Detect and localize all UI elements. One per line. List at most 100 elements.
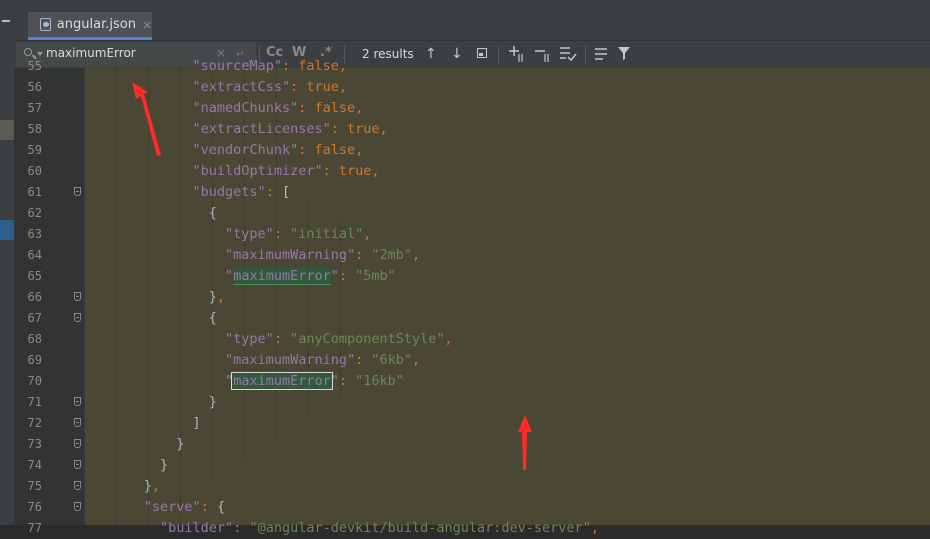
collapse-icon[interactable] [2, 20, 10, 22]
code-line: 56 "extractCss": true, [0, 77, 930, 98]
json-value: false [314, 142, 356, 158]
json-value: { [216, 499, 226, 515]
json-key: "extractCss" [192, 79, 291, 95]
line-number: 63 [27, 227, 42, 241]
json-value: { [208, 310, 217, 326]
code-line: 55 "sourceMap": false, [0, 56, 930, 77]
line-number: 76 [27, 500, 42, 514]
line-number: 65 [27, 269, 42, 283]
code-text: ] [95, 413, 201, 434]
code-text: "sourceMap": false, [192, 58, 347, 74]
code-text: "serve": { [143, 499, 226, 515]
json-value: false [314, 100, 356, 116]
code-line: 59 "vendorChunk": false, [0, 140, 930, 161]
code-text: "maximumError": "16kb" [225, 372, 404, 390]
code-text: }, [143, 478, 161, 494]
code-line: 63 "type": "initial", [0, 224, 930, 245]
line-number: 71 [27, 395, 42, 409]
code-line: 65 "maximumError": "5mb" [0, 266, 930, 287]
json-value: } [143, 478, 152, 494]
json-key: "buildOptimizer" [192, 163, 323, 179]
code-text: "maximumWarning": "2mb", [225, 247, 421, 263]
code-text: "builder": "@angular-devkit/build-angula… [160, 520, 599, 536]
json-value: true [346, 121, 380, 137]
code-text: "maximumError": "5mb" [225, 268, 396, 285]
line-number: 70 [27, 374, 42, 388]
json-value: } [208, 289, 217, 305]
fold-marker-icon[interactable] [74, 439, 81, 448]
line-number: 69 [27, 353, 42, 367]
code-line: 57 "namedChunks": false, [0, 98, 930, 119]
json-file-icon [40, 18, 51, 31]
line-number: 64 [27, 248, 42, 262]
json-key: "type" [225, 331, 274, 347]
fold-marker-icon[interactable] [74, 397, 81, 406]
line-number: 57 [27, 101, 42, 115]
code-text: "namedChunks": false, [192, 100, 364, 116]
tab-close-icon[interactable]: × [142, 18, 152, 32]
json-value: true [306, 79, 339, 95]
line-number: 55 [27, 59, 42, 73]
line-number: 74 [27, 458, 42, 472]
code-line: 72 ] [0, 413, 930, 434]
code-text: "extractLicenses": true, [192, 121, 388, 137]
code-line: 77 "builder": "@angular-devkit/build-ang… [0, 518, 930, 539]
line-number: 61 [27, 185, 42, 199]
code-line: 76 "serve": { [0, 497, 930, 518]
fold-marker-icon[interactable] [74, 292, 81, 301]
json-value: } [176, 436, 185, 452]
code-text: { [95, 308, 217, 329]
line-number: 60 [27, 164, 42, 178]
fold-marker-icon[interactable] [74, 460, 81, 469]
code-line: 64 "maximumWarning": "2mb", [0, 245, 930, 266]
code-line: 62 { [0, 203, 930, 224]
tab-filename: angular.json [56, 17, 136, 32]
code-line: 71 } [0, 392, 930, 413]
code-line: 74 } [0, 455, 930, 476]
json-key: "serve" [143, 499, 201, 515]
code-text: "maximumWarning": "6kb", [225, 352, 421, 368]
code-line: 67 { [0, 308, 930, 329]
code-text: "vendorChunk": false, [192, 142, 364, 158]
line-number: 62 [27, 206, 42, 220]
search-match-current: maximumError [231, 372, 333, 390]
code-text: "budgets": [ [192, 184, 291, 200]
code-line: 61 "budgets": [ [0, 182, 930, 203]
fold-marker-icon[interactable] [74, 313, 81, 322]
fold-marker-icon[interactable] [74, 418, 81, 427]
line-number: 67 [27, 311, 42, 325]
json-key: "maximumWarning" [225, 352, 356, 368]
json-key: "namedChunks" [192, 100, 299, 116]
json-key: "vendorChunk" [192, 142, 299, 158]
json-string-value: "5mb" [355, 268, 396, 284]
line-number: 75 [27, 479, 42, 493]
line-number: 68 [27, 332, 42, 346]
json-key: "sourceMap" [192, 58, 282, 74]
code-text: { [95, 203, 217, 224]
json-key: "extractLicenses" [192, 121, 331, 137]
json-key: "builder" [160, 520, 234, 536]
json-string-value: "16kb" [355, 373, 404, 389]
line-number: 66 [27, 290, 42, 304]
fold-marker-icon[interactable] [74, 481, 81, 490]
json-string-value: "initial" [290, 226, 364, 242]
fold-marker-icon[interactable] [74, 502, 81, 511]
code-text: }, [208, 289, 226, 305]
code-text: "type": "initial", [225, 226, 372, 242]
editor-tab-bar: angular.json × [14, 0, 930, 41]
line-number: 58 [27, 122, 42, 136]
code-text: "type": "anyComponentStyle", [225, 331, 453, 347]
fold-marker-icon[interactable] [74, 187, 81, 196]
line-number: 56 [27, 80, 42, 94]
code-line: 69 "maximumWarning": "6kb", [0, 350, 930, 371]
json-key: "maximumWarning" [225, 247, 356, 263]
json-value: true [338, 163, 372, 179]
search-icon[interactable] [24, 48, 32, 56]
code-text: "extractCss": true, [192, 79, 348, 95]
json-string-value: "anyComponentStyle" [290, 331, 445, 347]
search-match: maximumError [233, 268, 331, 285]
line-number: 73 [27, 437, 42, 451]
json-key: "budgets" [192, 184, 266, 200]
file-tab[interactable]: angular.json × [28, 12, 152, 40]
code-line: 75 }, [0, 476, 930, 497]
